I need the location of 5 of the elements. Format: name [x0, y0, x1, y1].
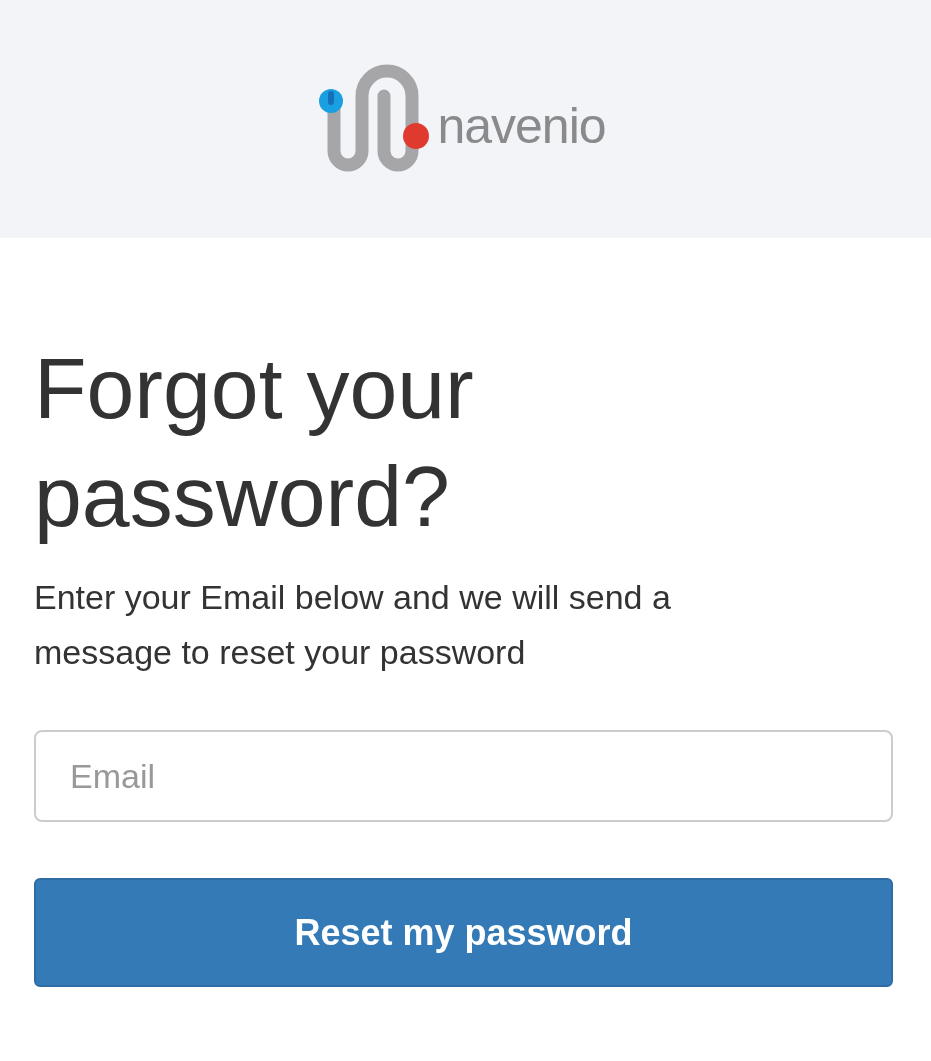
description: Enter your Email below and we will send a message to reset your password — [34, 577, 672, 673]
email-field[interactable]: Email — [34, 730, 893, 822]
reset-password-button[interactable]: Reset my password — [34, 878, 893, 987]
logo-text: navenio — [437, 101, 606, 151]
page-title: Forgot your password? — [34, 339, 475, 546]
